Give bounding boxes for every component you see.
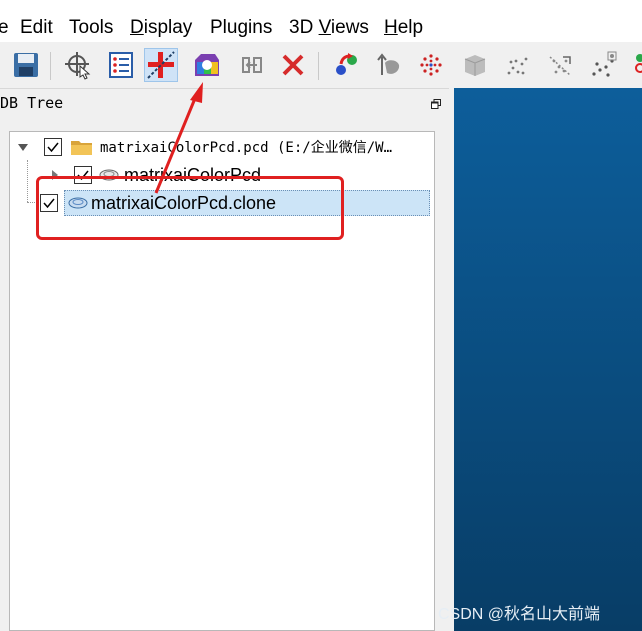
mesh-icon[interactable] [458,48,492,82]
tree-item-label: matrixaiColorPcd.pcd (E:/企业微信/W… [100,140,393,156]
toolbar-separator [50,52,51,80]
menu-help[interactable]: Help [384,15,423,41]
menu-plugins[interactable]: Plugins [210,15,272,41]
toolbar-separator [318,52,319,80]
db-tree-header: DB Tree [0,91,450,117]
undock-icon[interactable] [431,96,441,109]
color-scalar-icon[interactable] [190,48,224,82]
normals-icon[interactable] [372,48,406,82]
menu-edit[interactable]: Edit [20,15,53,41]
save-icon[interactable] [9,48,43,82]
point-picking-icon[interactable] [61,48,95,82]
annotation-box [36,176,344,240]
menu-file[interactable]: e [0,15,9,41]
menu-3d-views[interactable]: 3D Views [289,15,369,41]
more-icon[interactable] [630,48,642,82]
visibility-checkbox[interactable] [44,138,62,156]
tree-branch-line [27,160,29,202]
menu-tools[interactable]: Tools [69,15,113,41]
sparse-cloud-icon[interactable] [586,48,620,82]
subsample-icon[interactable] [500,48,534,82]
folder-icon [71,141,92,155]
check-icon [47,142,59,153]
tree-row-file[interactable]: matrixaiColorPcd.pcd (E:/企业微信/W… [16,134,392,160]
registration-icon[interactable] [330,48,364,82]
watermark: CSDN @秋名山大前端 [438,606,601,623]
list-properties-icon[interactable] [104,48,138,82]
translate-rotate-icon[interactable] [144,48,178,82]
menu-bar: e Edit Tools Display Plugins 3D Views He… [0,0,642,42]
menu-display[interactable]: Display [130,15,192,41]
db-tree-title: DB Tree [0,94,64,112]
expand-arrow-icon[interactable] [16,140,30,154]
3d-view[interactable] [454,88,642,631]
delete-icon[interactable] [276,48,310,82]
main-toolbar [0,44,642,89]
noise-filter-icon[interactable] [543,48,577,82]
segment-icon[interactable] [235,48,269,82]
sample-points-icon[interactable] [414,48,448,82]
